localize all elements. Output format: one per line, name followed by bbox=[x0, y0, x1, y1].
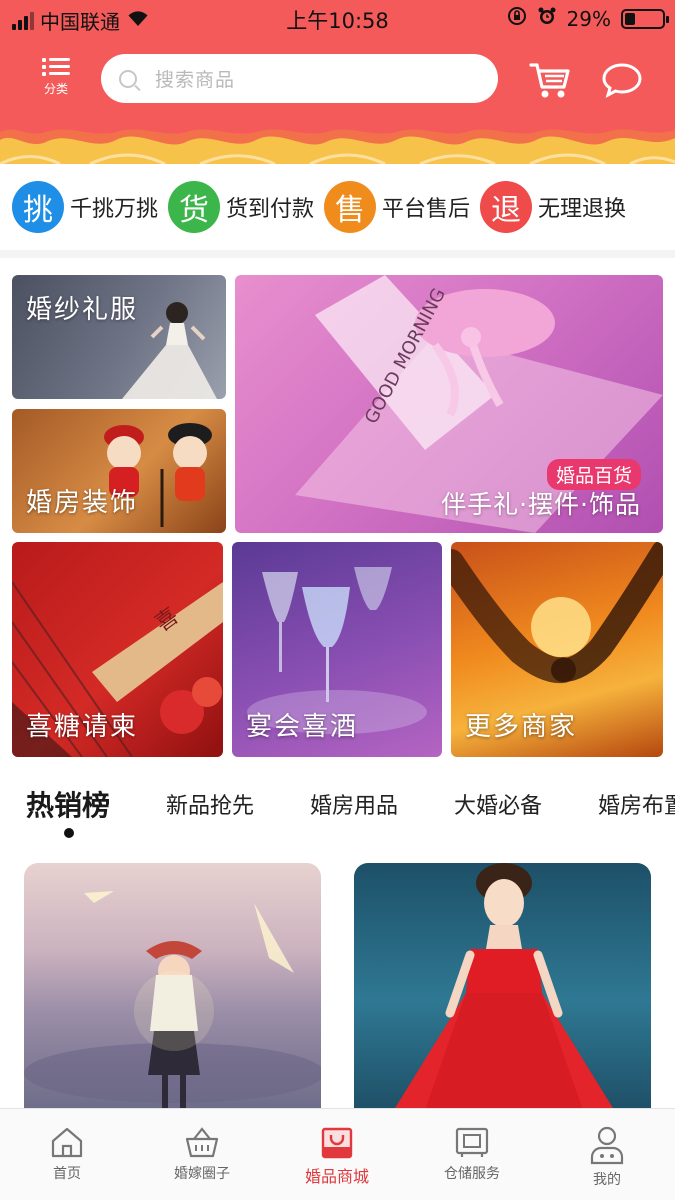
tile-label: 婚纱礼服 bbox=[26, 295, 139, 325]
nav-label: 首页 bbox=[53, 1166, 81, 1182]
service-label: 无理退换 bbox=[538, 197, 627, 222]
tab-room-decoration[interactable]: 婚房布置 bbox=[598, 788, 675, 820]
category-tile-more[interactable]: 更多商家 bbox=[451, 542, 663, 757]
nav-wedding-mall[interactable]: 婚品商城 bbox=[282, 1125, 392, 1187]
tab-new-arrivals[interactable]: 新品抢先 bbox=[166, 788, 254, 820]
product-card[interactable] bbox=[24, 863, 321, 1113]
basket-icon bbox=[185, 1127, 219, 1158]
active-tab-indicator bbox=[64, 828, 74, 838]
nav-wedding-circle[interactable]: 婚嫁圈子 bbox=[147, 1125, 257, 1183]
service-glyph-icon: 退 bbox=[480, 181, 533, 233]
tile-label: 喜糖请柬 bbox=[26, 712, 139, 742]
product-image bbox=[392, 863, 616, 1113]
category-button[interactable]: 分类 bbox=[36, 56, 76, 97]
alarm-icon bbox=[537, 6, 557, 31]
tile-label: 婚房装饰 bbox=[26, 488, 139, 518]
search-input[interactable]: 搜索商品 bbox=[101, 54, 498, 103]
category-tile-decor[interactable]: 婚房装饰 bbox=[12, 409, 226, 533]
service-glyph-icon: 售 bbox=[324, 181, 377, 233]
service-item[interactable]: 挑 千挑万挑 bbox=[12, 181, 158, 233]
message-icon[interactable] bbox=[600, 58, 644, 102]
category-tile-gown[interactable]: 婚纱礼服 bbox=[12, 275, 226, 399]
service-label: 货到付款 bbox=[226, 197, 315, 222]
battery-icon bbox=[621, 8, 669, 29]
product-tabs: 热销榜 新品抢先 婚房用品 大婚必备 婚房布置 bbox=[0, 778, 675, 838]
service-item[interactable]: 退 无理退换 bbox=[480, 181, 626, 233]
service-glyph-icon: 挑 bbox=[12, 181, 64, 233]
storage-icon bbox=[455, 1127, 489, 1157]
service-label: 千挑万挑 bbox=[70, 197, 159, 222]
tile-label: 更多商家 bbox=[465, 712, 578, 742]
tab-wedding-room-goods[interactable]: 婚房用品 bbox=[310, 788, 398, 820]
cart-icon[interactable] bbox=[528, 58, 572, 102]
status-bar: 中国联通 上午10:58 29% bbox=[0, 0, 675, 38]
profile-icon bbox=[590, 1126, 624, 1165]
tab-hot-sales[interactable]: 热销榜 bbox=[26, 784, 110, 824]
service-glyph-icon: 货 bbox=[168, 181, 221, 233]
service-item[interactable]: 货 货到付款 bbox=[168, 181, 314, 233]
home-icon bbox=[51, 1127, 83, 1158]
menu-list-icon bbox=[42, 56, 70, 77]
bottom-tab-bar: 首页 婚嫁圈子 婚品商城 仓储服务 我的 bbox=[0, 1108, 675, 1200]
orientation-lock-icon bbox=[507, 6, 527, 31]
nav-label: 婚品商城 bbox=[304, 1167, 369, 1186]
nav-storage-service[interactable]: 仓储服务 bbox=[417, 1125, 527, 1183]
tile-label: 宴会喜酒 bbox=[246, 712, 359, 742]
status-right: 29% bbox=[507, 6, 669, 31]
product-card[interactable] bbox=[354, 863, 651, 1113]
gifts-subtitle: 伴手礼·摆件·饰品 bbox=[441, 490, 641, 519]
search-icon bbox=[119, 69, 137, 88]
nav-home[interactable]: 首页 bbox=[12, 1125, 122, 1183]
product-image bbox=[24, 891, 321, 1109]
search-placeholder: 搜索商品 bbox=[155, 69, 236, 91]
nav-label: 婚嫁圈子 bbox=[174, 1166, 230, 1182]
section-divider bbox=[0, 250, 675, 258]
shopping-bag-icon bbox=[321, 1127, 353, 1159]
category-tile-gifts[interactable]: GOOD MORNING 婚品百货 伴手礼·摆件·饰品 bbox=[235, 275, 663, 533]
top-header: 分类 搜索商品 bbox=[0, 38, 675, 124]
category-label: 分类 bbox=[43, 82, 68, 96]
nav-label: 我的 bbox=[593, 1172, 621, 1188]
tab-wedding-essentials[interactable]: 大婚必备 bbox=[454, 788, 542, 820]
category-tile-wine[interactable]: 宴会喜酒 bbox=[232, 542, 442, 757]
category-tile-candy[interactable]: 喜 喜糖请柬 bbox=[12, 542, 223, 757]
festive-banner bbox=[0, 124, 675, 164]
service-strip: 挑 千挑万挑 货 货到付款 售 平台售后 退 无理退换 bbox=[0, 166, 675, 248]
battery-percent: 29% bbox=[566, 6, 611, 31]
service-item[interactable]: 售 平台售后 bbox=[324, 181, 470, 233]
nav-profile[interactable]: 我的 bbox=[552, 1125, 662, 1189]
service-label: 平台售后 bbox=[382, 197, 471, 222]
nav-label: 仓储服务 bbox=[444, 1166, 500, 1182]
